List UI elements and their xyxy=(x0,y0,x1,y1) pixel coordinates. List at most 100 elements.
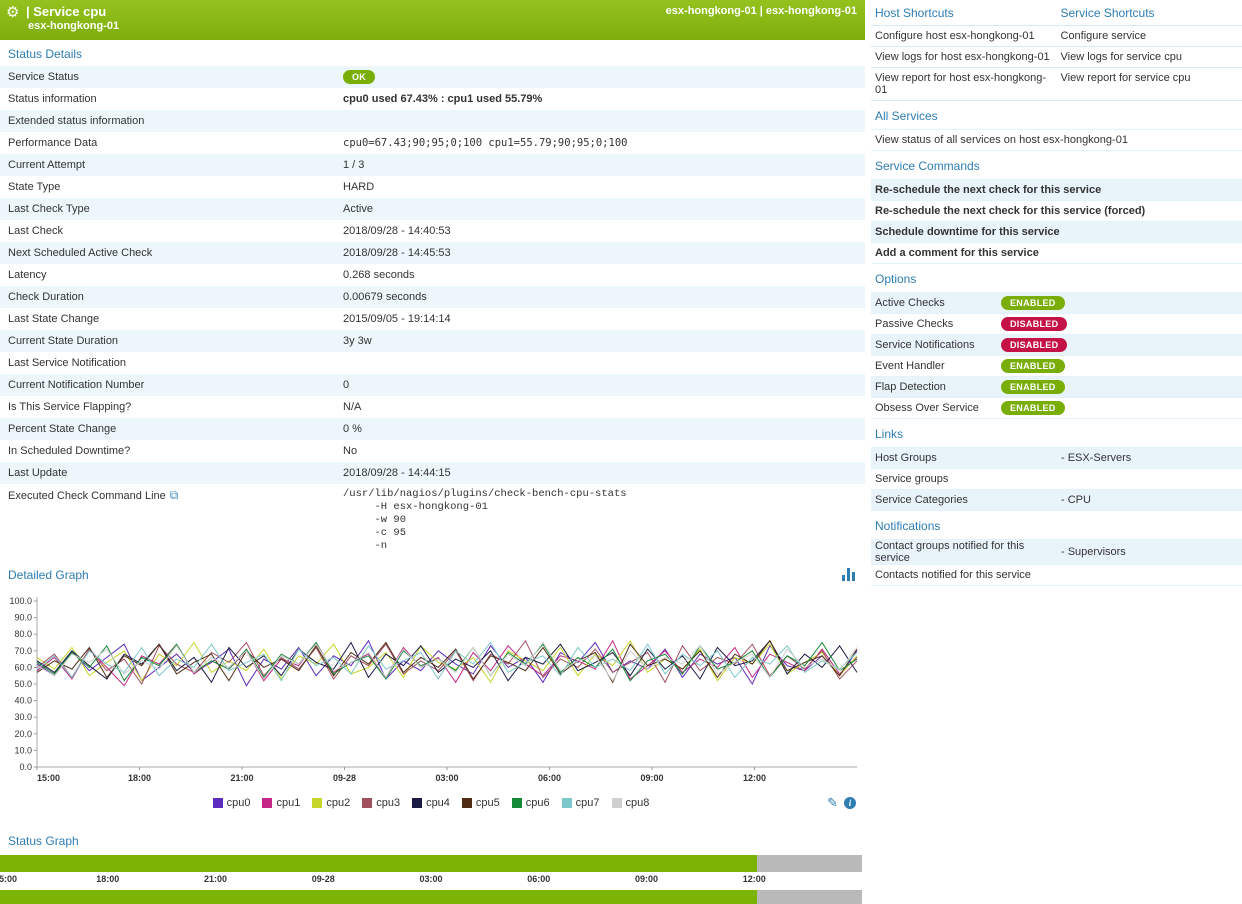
legend-label: cpu5 xyxy=(476,797,500,809)
option-state-badge[interactable]: ENABLED xyxy=(1001,296,1065,310)
page-subtitle-host[interactable]: esx-hongkong-01 xyxy=(0,20,865,32)
legend-item-cpu0: cpu0 xyxy=(213,797,251,809)
service-shortcut-link[interactable]: View logs for service cpu xyxy=(1057,47,1242,67)
detailed-graph-header: Detailed Graph xyxy=(0,561,865,587)
all-services-link[interactable]: View status of all services on host esx-… xyxy=(871,129,1242,151)
shortcuts-table: Configure host esx-hongkong-01Configure … xyxy=(871,25,1242,101)
status-graph-bar-secondary[interactable] xyxy=(0,890,862,904)
service-shortcut-link[interactable]: Configure service xyxy=(1057,26,1242,46)
svg-text:20.0: 20.0 xyxy=(14,729,32,739)
detail-label: Last Check Type xyxy=(0,203,343,215)
option-state-badge[interactable]: ENABLED xyxy=(1001,380,1065,394)
service-command-link[interactable]: Re-schedule the next check for this serv… xyxy=(871,179,1242,200)
status-graph-tick: 12:00 xyxy=(743,874,766,884)
detail-value: 2018/09/28 - 14:40:53 xyxy=(343,225,865,237)
detail-label: Current Attempt xyxy=(0,159,343,171)
service-command-link[interactable]: Re-schedule the next check for this serv… xyxy=(871,200,1242,221)
service-shortcut-link[interactable]: View report for service cpu xyxy=(1057,68,1242,100)
chart-tools: ✎ i xyxy=(827,795,856,811)
copy-command-icon[interactable]: ⧉ xyxy=(170,488,179,502)
status-detail-row: Last Check2018/09/28 - 14:40:53 xyxy=(0,220,865,242)
link-label: Service Categories xyxy=(875,494,1061,506)
legend-label: cpu3 xyxy=(376,797,400,809)
detail-value: OK xyxy=(343,70,865,84)
option-row: Event HandlerENABLED xyxy=(871,355,1242,376)
status-segment-no-data-gray xyxy=(757,855,862,872)
header-host-links[interactable]: esx-hongkong-01 | esx-hongkong-01 xyxy=(666,5,857,17)
svg-text:09-28: 09-28 xyxy=(333,773,356,783)
detail-label: Performance Data xyxy=(0,137,343,149)
status-detail-row: Current Attempt1 / 3 xyxy=(0,154,865,176)
legend-label: cpu1 xyxy=(276,797,300,809)
status-detail-row: Current State Duration3y 3w xyxy=(0,330,865,352)
legend-swatch-cpu7 xyxy=(562,798,572,808)
legend-swatch-cpu5 xyxy=(462,798,472,808)
legend-item-cpu7: cpu7 xyxy=(562,797,600,809)
svg-text:10.0: 10.0 xyxy=(14,745,32,755)
detail-value: 1 / 3 xyxy=(343,159,865,171)
edit-graph-icon[interactable]: ✎ xyxy=(827,795,838,811)
svg-text:80.0: 80.0 xyxy=(14,629,32,639)
status-graph-heading[interactable]: Status Graph xyxy=(0,827,865,853)
status-graph-ticks: 15:0018:0021:0009-2803:0006:0009:0012:00 xyxy=(0,874,862,887)
host-shortcut-link[interactable]: View logs for host esx-hongkong-01 xyxy=(871,47,1057,67)
option-label: Active Checks xyxy=(875,297,1001,309)
info-icon[interactable]: i xyxy=(844,797,856,809)
status-graph-tick: 03:00 xyxy=(419,874,442,884)
detail-value: 0.268 seconds xyxy=(343,269,865,281)
host-shortcut-link[interactable]: Configure host esx-hongkong-01 xyxy=(871,26,1057,46)
service-command-link[interactable]: Schedule downtime for this service xyxy=(871,221,1242,242)
svg-text:70.0: 70.0 xyxy=(14,646,32,656)
status-detail-row: Percent State Change0 % xyxy=(0,418,865,440)
svg-text:90.0: 90.0 xyxy=(14,613,32,623)
service-command-link[interactable]: Add a comment for this service xyxy=(871,242,1242,264)
gear-icon[interactable]: ⚙ xyxy=(6,3,19,21)
status-detail-row: Performance Datacpu0=67.43;90;95;0;100 c… xyxy=(0,132,865,154)
status-detail-row: Status informationcpu0 used 67.43% : cpu… xyxy=(0,88,865,110)
legend-label: cpu6 xyxy=(526,797,550,809)
status-detail-row: Is This Service Flapping?N/A xyxy=(0,396,865,418)
option-state-badge[interactable]: DISABLED xyxy=(1001,317,1067,331)
detail-value: Active xyxy=(343,203,865,215)
legend-item-cpu5: cpu5 xyxy=(462,797,500,809)
status-details-heading[interactable]: Status Details xyxy=(0,40,865,66)
links-heading[interactable]: Links xyxy=(871,419,1242,447)
chart-legend: cpu0cpu1cpu2cpu3cpu4cpu5cpu6cpu7cpu8 xyxy=(0,793,862,813)
status-detail-row: Last Check TypeActive xyxy=(0,198,865,220)
host-shortcuts-heading[interactable]: Host Shortcuts xyxy=(871,0,1057,25)
link-label: Host Groups xyxy=(875,452,1061,464)
link-value[interactable]: - ESX-Servers xyxy=(1061,452,1131,464)
legend-label: cpu2 xyxy=(326,797,350,809)
svg-text:21:00: 21:00 xyxy=(230,773,253,783)
status-detail-row: Latency0.268 seconds xyxy=(0,264,865,286)
detail-label: Is This Service Flapping? xyxy=(0,401,343,413)
option-state-badge[interactable]: DISABLED xyxy=(1001,338,1067,352)
legend-item-cpu8: cpu8 xyxy=(612,797,650,809)
notifications-heading[interactable]: Notifications xyxy=(871,511,1242,539)
status-ok-badge: OK xyxy=(343,70,375,84)
options-heading[interactable]: Options xyxy=(871,264,1242,292)
legend-item-cpu1: cpu1 xyxy=(262,797,300,809)
detail-value: No xyxy=(343,445,865,457)
detail-label: Service Status xyxy=(0,71,343,83)
link-value[interactable]: - CPU xyxy=(1061,494,1091,506)
status-detail-row: Extended status information xyxy=(0,110,865,132)
service-shortcuts-heading[interactable]: Service Shortcuts xyxy=(1057,0,1242,25)
link-row: Service Categories- CPU xyxy=(871,489,1242,511)
link-row: Host Groups- ESX-Servers xyxy=(871,447,1242,468)
detailed-graph-heading[interactable]: Detailed Graph xyxy=(0,561,97,587)
bar-chart-icon[interactable] xyxy=(842,568,855,581)
legend-label: cpu0 xyxy=(227,797,251,809)
option-state-badge[interactable]: ENABLED xyxy=(1001,359,1065,373)
service-commands-heading[interactable]: Service Commands xyxy=(871,151,1242,179)
status-graph-bar[interactable] xyxy=(0,855,862,872)
option-state-badge[interactable]: ENABLED xyxy=(1001,401,1065,415)
status-detail-row: Executed Check Command Line⧉/usr/lib/nag… xyxy=(0,484,865,561)
status-detail-row: Last Update2018/09/28 - 14:44:15 xyxy=(0,462,865,484)
all-services-heading[interactable]: All Services xyxy=(871,101,1242,129)
legend-swatch-cpu2 xyxy=(312,798,322,808)
legend-swatch-cpu0 xyxy=(213,798,223,808)
host-shortcut-link[interactable]: View report for host esx-hongkong-01 xyxy=(871,68,1057,100)
detail-value: 0 % xyxy=(343,423,865,435)
notification-value[interactable]: - Supervisors xyxy=(1061,546,1126,558)
